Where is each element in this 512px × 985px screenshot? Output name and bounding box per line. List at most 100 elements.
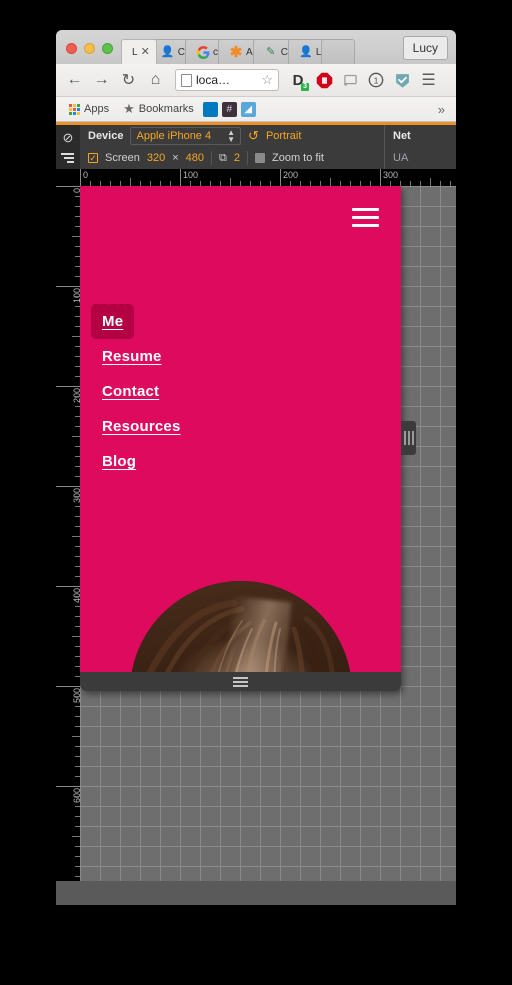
browser-window: L ✕ 👤 C c ✱ A ✎ C 👤 L Lucy ← → ↻ ⌂ loca…… [56, 30, 456, 905]
person-icon: 👤 [160, 45, 175, 58]
nav-item-contact[interactable]: Contact [102, 374, 159, 409]
nav-item-me[interactable]: Me [91, 304, 135, 339]
network-throttle-icon[interactable] [61, 153, 75, 166]
google-icon [196, 45, 210, 59]
device-frame: Me Resume Contact Resources Blog [80, 186, 416, 691]
sketch-bookmark-icon[interactable]: ◢ [240, 101, 256, 117]
onepassword-extension-icon[interactable]: 1 [364, 68, 388, 92]
user-agent-label: UA [393, 152, 409, 164]
device-label: Device [88, 130, 124, 142]
trello-bookmark-icon[interactable] [202, 101, 218, 117]
devtools-secondary-panel: Net UA [384, 125, 456, 169]
ruler-tick [56, 486, 80, 487]
nav-item-resume[interactable]: Resume [102, 339, 162, 374]
divider [211, 151, 213, 165]
dpr-icon: ⧉ [219, 151, 227, 164]
ruler-tick [72, 336, 80, 337]
back-icon[interactable]: ← [62, 68, 87, 93]
page-info-icon[interactable] [181, 73, 192, 87]
resize-handle-bottom[interactable] [80, 672, 401, 691]
home-icon[interactable]: ⌂ [143, 68, 168, 93]
ruler-label: 300 [383, 170, 399, 180]
asterisk-icon: ✱ [229, 43, 243, 61]
pencil-icon: ✎ [266, 45, 276, 58]
vertical-ruler: 0100200300400500600 [56, 169, 80, 881]
nav-item-resources[interactable]: Resources [102, 409, 181, 444]
ruler-label: 0 [83, 170, 89, 180]
apps-label: Apps [84, 103, 110, 115]
ruler-label: 200 [283, 170, 299, 180]
bookmarks-bar: Apps ★ Bookmarks # ◢ » [56, 97, 456, 122]
page-viewport[interactable]: Me Resume Contact Resources Blog [80, 186, 401, 672]
tab-bar: L ✕ 👤 C c ✱ A ✎ C 👤 L Lucy [56, 30, 456, 64]
browser-tab-1[interactable]: L ✕ [121, 39, 157, 64]
chrome-menu-icon[interactable]: ☰ [416, 68, 441, 93]
profile-button[interactable]: Lucy [402, 36, 448, 60]
svg-text:1: 1 [374, 75, 379, 85]
dpr-input[interactable]: 2 [234, 152, 240, 164]
close-tab-icon[interactable]: ✕ [141, 46, 150, 58]
ruler-tick [72, 436, 80, 437]
adblock-extension-icon[interactable] [312, 68, 336, 92]
devtools-stage: 0 100 200 300 0100200300400500600 Me Resume… [56, 169, 456, 881]
ruler-tick [72, 836, 80, 837]
grip-icon [233, 676, 248, 687]
apps-bookmark[interactable]: Apps [64, 103, 114, 115]
ruler-tick [56, 186, 80, 187]
ruler-tick [56, 686, 80, 687]
cast-icon[interactable] [338, 68, 362, 92]
reload-icon[interactable]: ↻ [116, 68, 141, 93]
ruler-label: 0 [72, 188, 80, 193]
navigation-toolbar: ← → ↻ ⌂ loca… ☆ D 3 1 ☰ [56, 64, 456, 97]
device-select[interactable]: Apple iPhone 4 ▲ ▼ [130, 127, 242, 145]
zoom-to-fit-label: Zoom to fit [272, 152, 324, 164]
disconnect-extension-icon[interactable]: D 3 [286, 68, 310, 92]
ruler-tick [56, 386, 80, 387]
screen-width-input[interactable]: 320 [147, 152, 165, 164]
device-name: Apple iPhone 4 [136, 130, 212, 142]
nav-item-blog[interactable]: Blog [102, 444, 136, 479]
browser-tab-7[interactable] [321, 39, 356, 64]
forward-icon[interactable]: → [89, 68, 114, 93]
resize-handle-right[interactable] [401, 421, 416, 455]
screen-height-input[interactable]: 480 [186, 152, 204, 164]
bookmarks-label: Bookmarks [138, 103, 194, 115]
device-canvas: Me Resume Contact Resources Blog [80, 186, 456, 881]
ruler-tick [330, 178, 331, 186]
divider [247, 151, 248, 165]
screen-label: Screen [105, 152, 140, 164]
orientation-label[interactable]: Portrait [266, 130, 301, 142]
person-icon: 👤 [299, 45, 313, 58]
close-window-button[interactable] [66, 43, 77, 54]
grip-icon [403, 431, 414, 445]
rotate-icon[interactable]: ↺ [248, 128, 259, 144]
panel-title-text: Net [393, 130, 411, 142]
maximize-window-button[interactable] [102, 43, 113, 54]
ruler-tick [72, 236, 80, 237]
bookmarks-overflow-icon[interactable]: » [438, 102, 448, 117]
checkmark-extension-icon[interactable] [390, 68, 414, 92]
zoom-to-fit-checkbox[interactable] [255, 153, 265, 163]
url-text: loca… [196, 73, 231, 87]
ruler-tick [230, 178, 231, 186]
stop-hand-icon [316, 72, 332, 88]
disable-javascript-icon[interactable]: ⊘ [63, 131, 74, 144]
tab-title: C [280, 46, 288, 58]
star-icon: ★ [123, 101, 135, 116]
site-nav: Me Resume Contact Resources Blog [91, 304, 181, 479]
slack-bookmark-icon[interactable]: # [221, 101, 237, 117]
window-controls [56, 43, 121, 64]
ruler-tick [430, 178, 431, 186]
minimize-window-button[interactable] [84, 43, 95, 54]
bookmark-star-icon[interactable]: ☆ [261, 72, 273, 88]
extension-badge: 3 [301, 83, 309, 91]
bookmarks-folder[interactable]: ★ Bookmarks [118, 101, 199, 117]
address-bar[interactable]: loca… ☆ [175, 69, 279, 91]
screen-checkbox[interactable]: ✓ [88, 153, 98, 163]
tab-title: L [132, 46, 138, 58]
screen-row: ✓ Screen 320 × 480 ⧉ 2 Zoom to fit [80, 147, 384, 169]
hamburger-icon[interactable] [352, 208, 379, 227]
profile-photo [129, 581, 352, 672]
network-panel-title[interactable]: Net [385, 125, 456, 147]
user-agent-row[interactable]: UA [385, 147, 456, 169]
